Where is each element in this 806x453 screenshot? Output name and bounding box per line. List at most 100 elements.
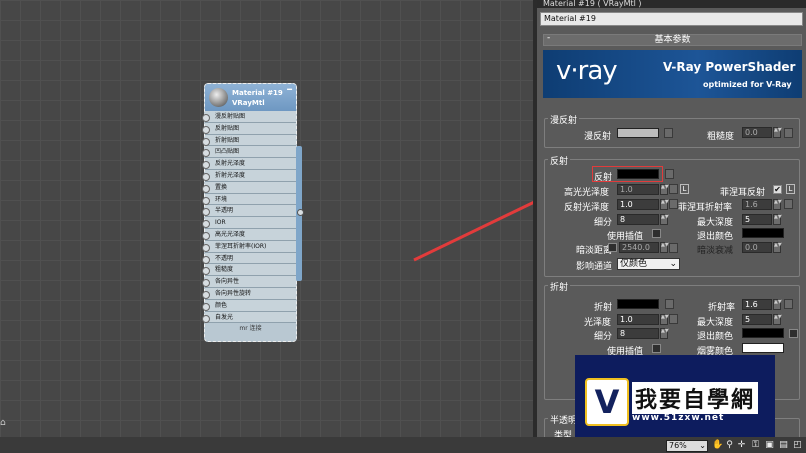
fog-color-swatch[interactable]: [742, 343, 784, 353]
dim-distance-label: 暗淡距离: [576, 246, 613, 256]
zoom-dropdown[interactable]: 76% ⌄: [666, 440, 708, 452]
collapse-icon[interactable]: ━: [287, 85, 292, 95]
node-slot[interactable]: 菲涅耳折射率(IOR): [202, 240, 296, 253]
banner-subtitle: optimized for V-Ray: [703, 80, 792, 89]
roughness-label: 粗糙度: [707, 132, 735, 142]
node-slot[interactable]: 各向异性旋转: [202, 287, 296, 300]
node-slot[interactable]: 半透明: [202, 205, 296, 218]
node-slot[interactable]: 折射光泽度: [202, 169, 296, 182]
node-slot[interactable]: 高光光泽度: [202, 228, 296, 241]
node-footer[interactable]: mr 连接: [205, 323, 296, 333]
roughness-map-button[interactable]: [784, 128, 793, 138]
ior-map-button[interactable]: [784, 299, 793, 309]
panel-title: Material #19 ( VRayMtl ): [537, 0, 806, 8]
refr-exit-color-swatch[interactable]: [742, 328, 784, 338]
refr-exit-color-checkbox[interactable]: [789, 329, 798, 338]
hilight-lock-button[interactable]: L: [680, 184, 689, 194]
refl-exit-color-swatch[interactable]: [742, 228, 784, 238]
refr-max-depth-input[interactable]: 5: [742, 314, 772, 325]
chevron-down-icon: ⌄: [699, 441, 706, 450]
node-slot[interactable]: 反射贴图: [202, 122, 296, 135]
dim-falloff-spinner[interactable]: ▲▼: [773, 242, 782, 253]
hilight-gloss-spinner[interactable]: ▲▼: [660, 184, 669, 195]
hilight-gloss-label: 高光光泽度: [564, 188, 610, 198]
fresnel-ior-map-button[interactable]: [784, 199, 793, 209]
affect-channels-dropdown[interactable]: 仅颜色 ⌄: [617, 258, 680, 270]
reflect-map-button[interactable]: [665, 169, 674, 179]
node-slot[interactable]: 自发光: [202, 311, 296, 324]
node-slot[interactable]: 漫反射贴图: [202, 111, 296, 123]
node-slot[interactable]: 反射光泽度: [202, 158, 296, 170]
maximize-icon[interactable]: ◰: [792, 440, 803, 451]
refl-gloss-input[interactable]: 1.0: [617, 199, 659, 210]
material-node[interactable]: Material #19 VRayMtl ━ 漫反射贴图 反射贴图 折射贴图 凹凸贴图…: [202, 83, 297, 342]
roughness-input[interactable]: 0.0: [742, 127, 772, 138]
watermark-text: 我要自學網: [632, 382, 759, 414]
refr-gloss-label: 光泽度: [584, 318, 612, 328]
fresnel-lock-button[interactable]: L: [786, 184, 795, 194]
refract-swatch[interactable]: [617, 299, 659, 309]
refr-gloss-map-button[interactable]: [669, 314, 678, 324]
dim-distance-checkbox[interactable]: [608, 243, 617, 252]
refr-gloss-spinner[interactable]: ▲▼: [660, 314, 669, 325]
hilight-gloss-map-button[interactable]: [669, 184, 678, 194]
node-slot[interactable]: 各向异性: [202, 276, 296, 288]
output-socket[interactable]: [297, 209, 304, 216]
node-slot[interactable]: 环境: [202, 193, 296, 206]
refl-gloss-map-button[interactable]: [669, 199, 678, 209]
node-slot[interactable]: 折射贴图: [202, 134, 296, 147]
diffuse-swatch[interactable]: [617, 128, 659, 138]
banner-title: V-Ray PowerShader: [663, 60, 796, 74]
corner-icon: ⌂: [0, 418, 6, 428]
zoom-value: 76%: [669, 441, 687, 450]
node-slot[interactable]: IOR: [202, 217, 296, 229]
refr-max-depth-spinner[interactable]: ▲▼: [773, 314, 782, 325]
ior-input[interactable]: 1.6: [742, 299, 772, 310]
diffuse-map-button[interactable]: [664, 128, 673, 138]
node-slot[interactable]: 凹凸贴图: [202, 146, 296, 159]
fresnel-ior-spinner[interactable]: ▲▼: [773, 199, 782, 210]
refl-gloss-spinner[interactable]: ▲▼: [660, 199, 669, 210]
zoom-region-icon[interactable]: ✛: [736, 440, 747, 451]
refr-subdivs-input[interactable]: 8: [617, 328, 659, 339]
dim-falloff-input[interactable]: 0.0: [742, 242, 772, 253]
zoom-selected-icon[interactable]: ▤: [778, 440, 789, 451]
refl-max-depth-spinner[interactable]: ▲▼: [773, 214, 782, 225]
basic-params-rollout[interactable]: - 基本参数: [543, 33, 802, 46]
chevron-down-icon: ⌄: [669, 259, 677, 269]
roughness-spinner[interactable]: ▲▼: [773, 127, 782, 138]
node-slot[interactable]: 粗糙度: [202, 264, 296, 277]
material-preview-sphere: [209, 88, 228, 107]
zoom-extents-icon[interactable]: ▣: [764, 440, 775, 451]
reflect-highlight-box: [592, 166, 663, 182]
vray-banner: v·ray V-Ray PowerShader optimized for V-…: [543, 50, 802, 98]
zoom-icon[interactable]: ⚲: [724, 440, 735, 451]
refr-use-interp-checkbox[interactable]: [652, 344, 661, 353]
node-slot[interactable]: 置换: [202, 181, 296, 194]
node-slot[interactable]: 颜色: [202, 299, 296, 312]
fresnel-ior-input[interactable]: 1.6: [742, 199, 772, 210]
refl-max-depth-label: 最大深度: [697, 218, 734, 228]
refl-subdivs-spinner[interactable]: ▲▼: [660, 214, 669, 225]
refr-subdivs-spinner[interactable]: ▲▼: [660, 328, 669, 339]
lock-icon[interactable]: ⚿: [750, 440, 761, 451]
refl-subdivs-input[interactable]: 8: [617, 214, 659, 225]
refl-use-interp-label: 使用插值: [607, 232, 644, 242]
dim-distance-map-button[interactable]: [669, 243, 678, 253]
hilight-gloss-input[interactable]: 1.0: [617, 184, 659, 195]
refr-max-depth-label: 最大深度: [697, 318, 734, 328]
dim-distance-spinner[interactable]: ▲▼: [660, 242, 669, 253]
watermark-logo: V: [585, 378, 629, 426]
fresnel-ior-label: 菲涅耳折射率: [678, 203, 733, 213]
fresnel-checkbox[interactable]: ✔: [773, 185, 782, 194]
node-slot[interactable]: 不透明: [202, 252, 296, 265]
refr-gloss-input[interactable]: 1.0: [617, 314, 659, 325]
refl-max-depth-input[interactable]: 5: [742, 214, 772, 225]
ior-spinner[interactable]: ▲▼: [773, 299, 782, 310]
hand-pan-icon[interactable]: ✋: [712, 440, 723, 451]
dim-distance-input[interactable]: 2540.0: [619, 242, 659, 253]
node-header[interactable]: Material #19 VRayMtl ━: [205, 84, 296, 111]
material-name-field[interactable]: Material #19: [540, 12, 803, 26]
refl-use-interp-checkbox[interactable]: [652, 229, 661, 238]
refract-map-button[interactable]: [665, 299, 674, 309]
